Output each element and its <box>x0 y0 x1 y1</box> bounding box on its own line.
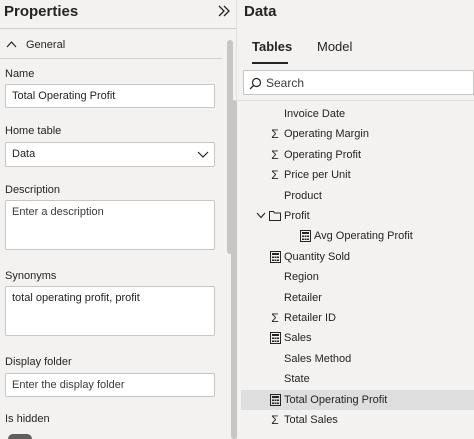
properties-pane: Properties General Name Total Operating … <box>0 0 237 439</box>
general-section-label: General <box>26 39 66 51</box>
field-label: Sales Method <box>284 352 352 365</box>
sigma-icon: Σ <box>271 147 279 162</box>
active-tab-indicator <box>252 62 288 64</box>
sigma-icon: Σ <box>271 127 279 142</box>
field-item[interactable]: State <box>241 369 474 389</box>
calculator-icon <box>299 230 311 243</box>
is-hidden-label: Is hidden <box>5 413 50 425</box>
field-label: Region <box>284 271 319 284</box>
field-item[interactable]: Sales Method <box>241 349 474 369</box>
search-input[interactable]: Search <box>243 70 474 95</box>
field-item[interactable]: Σ Operating Margin <box>241 124 474 144</box>
field-label: Product <box>284 189 322 202</box>
field-item[interactable]: Product <box>241 186 474 206</box>
field-item[interactable]: Invoice Date <box>241 104 474 124</box>
search-icon <box>249 77 262 90</box>
calculator-icon <box>269 332 281 345</box>
synonyms-label: Synonyms <box>5 270 57 282</box>
sigma-icon: Σ <box>271 168 279 183</box>
data-title: Data <box>244 3 277 20</box>
divider <box>0 28 237 29</box>
field-item[interactable]: Σ Total Sales <box>241 410 474 430</box>
name-field[interactable]: Total Operating Profit <box>5 84 215 108</box>
field-item[interactable]: Avg Operating Profit <box>241 226 474 246</box>
field-label: Avg Operating Profit <box>314 230 413 243</box>
sigma-icon: Σ <box>271 311 279 325</box>
field-label: Operating Margin <box>284 128 369 141</box>
field-label: State <box>284 373 310 386</box>
is-hidden-toggle[interactable] <box>8 434 32 439</box>
field-item[interactable]: Retailer <box>241 288 474 308</box>
field-item[interactable]: Σ Price per Unit <box>241 165 474 185</box>
synonyms-field[interactable]: total operating profit, profit <box>5 286 215 336</box>
field-label: Total Operating Profit <box>284 393 388 406</box>
description-field[interactable]: Enter a description <box>5 200 215 250</box>
chevron-up-icon <box>6 41 17 48</box>
properties-title: Properties <box>4 3 79 20</box>
divider <box>0 58 222 59</box>
field-label: Price per Unit <box>284 169 351 182</box>
name-label: Name <box>5 68 35 80</box>
home-table-label: Home table <box>5 125 62 137</box>
search-placeholder: Search <box>266 76 305 90</box>
tab-tables[interactable]: Tables <box>252 39 292 54</box>
field-label: Total Sales <box>284 414 338 426</box>
chevron-down-icon[interactable] <box>255 210 267 222</box>
collapse-pane-icon[interactable] <box>216 3 232 19</box>
description-label: Description <box>5 184 61 196</box>
field-item[interactable]: Σ Retailer ID <box>241 308 474 328</box>
field-label: Sales <box>284 332 312 345</box>
calculator-icon <box>269 250 281 263</box>
field-item[interactable]: Sales <box>241 328 474 348</box>
display-folder-field[interactable]: Enter the display folder <box>5 373 215 397</box>
field-item[interactable]: Σ Operating Profit <box>241 145 474 165</box>
field-label: Quantity Sold <box>284 250 351 263</box>
field-label: Profit <box>284 210 310 222</box>
tab-model[interactable]: Model <box>317 39 352 54</box>
folder-icon <box>269 210 281 222</box>
fields-scrollbar[interactable] <box>231 100 237 439</box>
field-item[interactable]: Total Operating Profit <box>241 389 474 410</box>
chevron-down-icon <box>197 151 209 158</box>
field-item[interactable]: Profit <box>241 206 474 226</box>
general-section-toggle[interactable]: General <box>0 34 222 56</box>
display-folder-label: Display folder <box>5 356 72 368</box>
sigma-icon: Σ <box>271 413 279 427</box>
field-label: Retailer <box>284 291 322 304</box>
field-label: Invoice Date <box>284 108 346 120</box>
field-item[interactable]: Quantity Sold <box>241 247 474 267</box>
home-table-select[interactable]: Data <box>5 142 215 167</box>
field-label: Operating Profit <box>284 148 362 161</box>
calculator-icon <box>269 393 281 406</box>
divider <box>237 100 474 101</box>
home-table-value: Data <box>12 148 36 160</box>
field-item[interactable]: Region <box>241 267 474 287</box>
field-label: Retailer ID <box>284 312 336 324</box>
